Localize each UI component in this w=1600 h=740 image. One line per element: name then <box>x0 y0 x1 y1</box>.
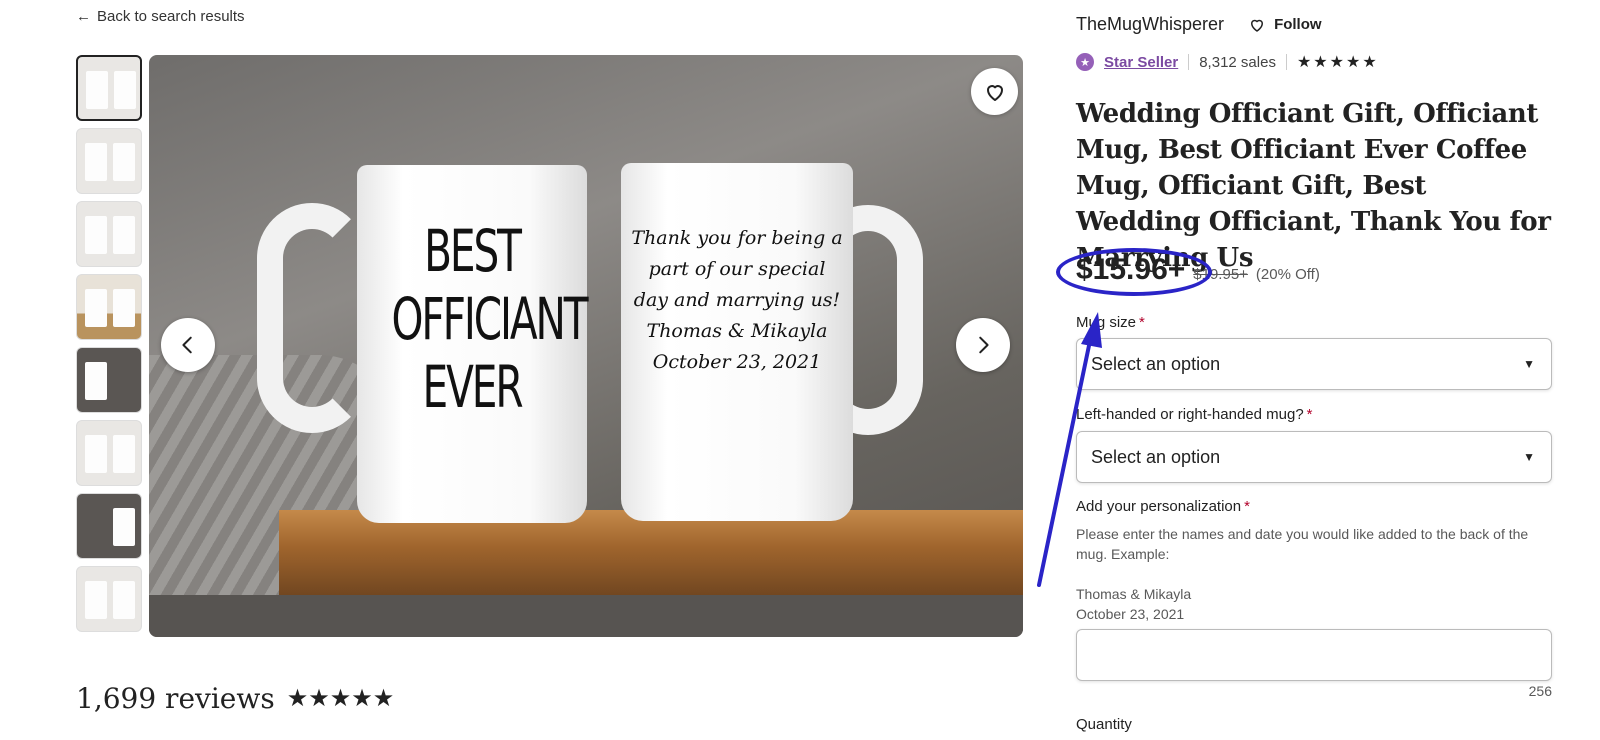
annotation-arrow <box>1037 312 1102 587</box>
